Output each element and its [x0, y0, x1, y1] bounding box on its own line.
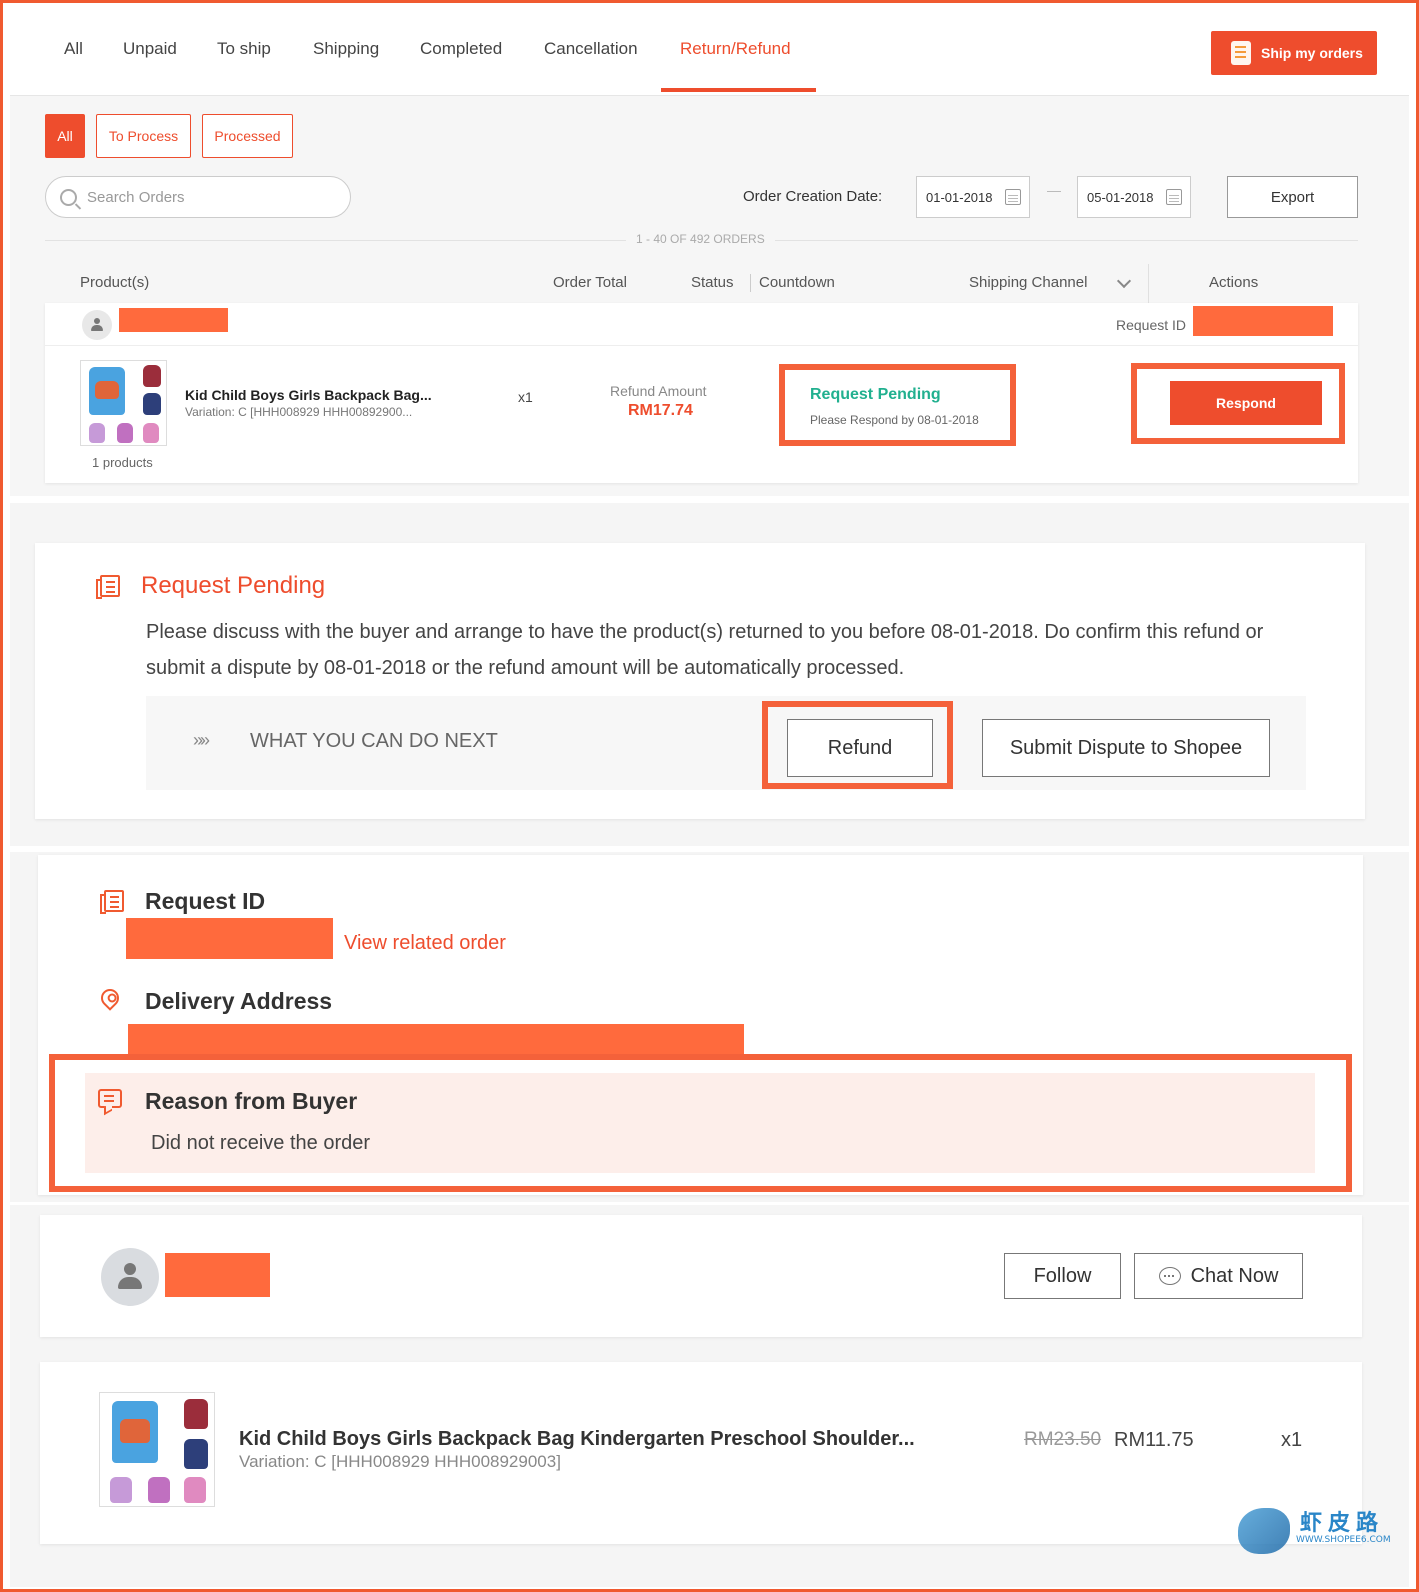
view-related-order-link[interactable]: View related order — [344, 932, 506, 955]
redacted-request-id — [1193, 306, 1333, 336]
user-icon — [116, 1263, 144, 1291]
product-thumbnail[interactable] — [99, 1392, 215, 1507]
highlight-frame — [49, 1054, 1352, 1192]
active-tab-indicator — [661, 88, 816, 92]
header-status: Status — [691, 274, 734, 291]
ship-my-orders-button[interactable]: Ship my orders — [1211, 31, 1377, 75]
refund-button[interactable]: Refund — [787, 719, 933, 777]
divider — [1148, 264, 1149, 304]
redacted-delivery-address — [128, 1024, 744, 1056]
tab-return-refund[interactable]: Return/Refund — [680, 39, 791, 59]
user-icon — [90, 318, 104, 332]
order-count: 1 - 40 OF 492 ORDERS — [626, 232, 775, 246]
request-pending-description: Please discuss with the buyer and arrang… — [146, 621, 1264, 679]
ship-my-orders-label: Ship my orders — [1261, 45, 1363, 61]
sale-price: RM11.75 — [1114, 1429, 1194, 1451]
date-from-field[interactable]: 01-01-2018 — [916, 176, 1030, 218]
product-count: 1 products — [92, 455, 153, 470]
product-variation: Variation: C [HHH008929 HHH008929003] — [239, 1452, 561, 1471]
highlight-frame — [779, 364, 1016, 446]
chat-bubble-icon — [1158, 1267, 1181, 1285]
product-quantity: x1 — [518, 389, 533, 405]
redacted-buyer-name — [119, 308, 228, 332]
refund-amount-value: RM17.74 — [628, 402, 693, 419]
product-name[interactable]: Kid Child Boys Girls Backpack Bag Kinder… — [239, 1428, 915, 1451]
redacted-buyer-name — [165, 1253, 270, 1297]
tab-all[interactable]: All — [64, 39, 83, 59]
request-id-title: Request ID — [145, 888, 266, 914]
watermark-text: 虾皮路 — [1300, 1510, 1385, 1535]
date-range-separator — [1047, 191, 1061, 192]
filter-chip-to-process[interactable]: To Process — [96, 114, 191, 158]
submit-dispute-button[interactable]: Submit Dispute to Shopee — [982, 719, 1270, 777]
product-variation: Variation: C [HHH008929 HHH00892900... — [185, 405, 413, 419]
header-countdown: Countdown — [759, 274, 835, 291]
search-orders-input[interactable] — [87, 188, 327, 206]
header-order-total: Order Total — [553, 274, 627, 291]
calendar-icon — [1004, 189, 1021, 205]
product-thumbnail[interactable] — [80, 360, 167, 446]
filter-chip-processed[interactable]: Processed — [202, 114, 293, 158]
status-badge: Request Pending — [810, 386, 941, 403]
chat-now-button[interactable]: Chat Now — [1134, 1253, 1303, 1299]
document-icon — [100, 890, 124, 914]
follow-button[interactable]: Follow — [1004, 1253, 1121, 1299]
date-to-value: 05-01-2018 — [1087, 189, 1154, 205]
product-name[interactable]: Kid Child Boys Girls Backpack Bag... — [185, 387, 432, 403]
calendar-icon — [1165, 189, 1182, 205]
tab-cancellation[interactable]: Cancellation — [544, 39, 638, 59]
divider — [45, 345, 1358, 346]
next-steps-label: WHAT YOU CAN DO NEXT — [250, 730, 498, 752]
request-pending-title: Request Pending — [141, 572, 326, 599]
delivery-address-title: Delivery Address — [145, 988, 333, 1014]
divider — [750, 274, 751, 292]
tab-unpaid[interactable]: Unpaid — [123, 39, 177, 59]
search-orders-box — [45, 176, 351, 218]
original-price: RM23.50 — [1024, 1429, 1102, 1450]
shipping-list-icon — [1231, 41, 1251, 65]
date-from-value: 01-01-2018 — [926, 189, 993, 205]
export-button[interactable]: Export — [1227, 176, 1358, 218]
header-products: Product(s) — [80, 274, 150, 291]
refund-amount-label: Refund Amount — [610, 383, 707, 399]
request-id-label: Request ID — [1116, 317, 1187, 333]
order-creation-date-label: Order Creation Date: — [743, 188, 883, 205]
status-deadline: Please Respond by 08-01-2018 — [810, 413, 979, 427]
header-actions: Actions — [1209, 274, 1259, 291]
respond-button[interactable]: Respond — [1170, 381, 1322, 425]
watermark-url: WWW.SHOPEE6.COM — [1296, 1535, 1391, 1545]
header-shipping-channel[interactable]: Shipping Channel — [969, 274, 1087, 291]
chat-now-label: Chat Now — [1190, 1264, 1279, 1287]
buyer-avatar[interactable] — [82, 310, 112, 340]
date-to-field[interactable]: 05-01-2018 — [1077, 176, 1191, 218]
tab-completed[interactable]: Completed — [420, 39, 502, 59]
double-chevron-right-icon: »» — [193, 730, 210, 750]
filter-chip-all[interactable]: All — [45, 114, 85, 158]
order-tabs-bar: All Unpaid To ship Shipping Completed Ca… — [10, 3, 1409, 96]
watermark-logo: 虾皮路 WWW.SHOPEE6.COM — [1238, 1503, 1391, 1558]
buyer-avatar[interactable] — [101, 1248, 159, 1306]
redacted-request-id — [126, 918, 333, 959]
tab-shipping[interactable]: Shipping — [313, 39, 379, 59]
product-quantity: x1 — [1281, 1429, 1303, 1451]
document-icon — [96, 575, 120, 599]
dragon-logo-icon — [1238, 1508, 1290, 1554]
tab-to-ship[interactable]: To ship — [217, 39, 271, 59]
search-icon — [60, 188, 77, 206]
